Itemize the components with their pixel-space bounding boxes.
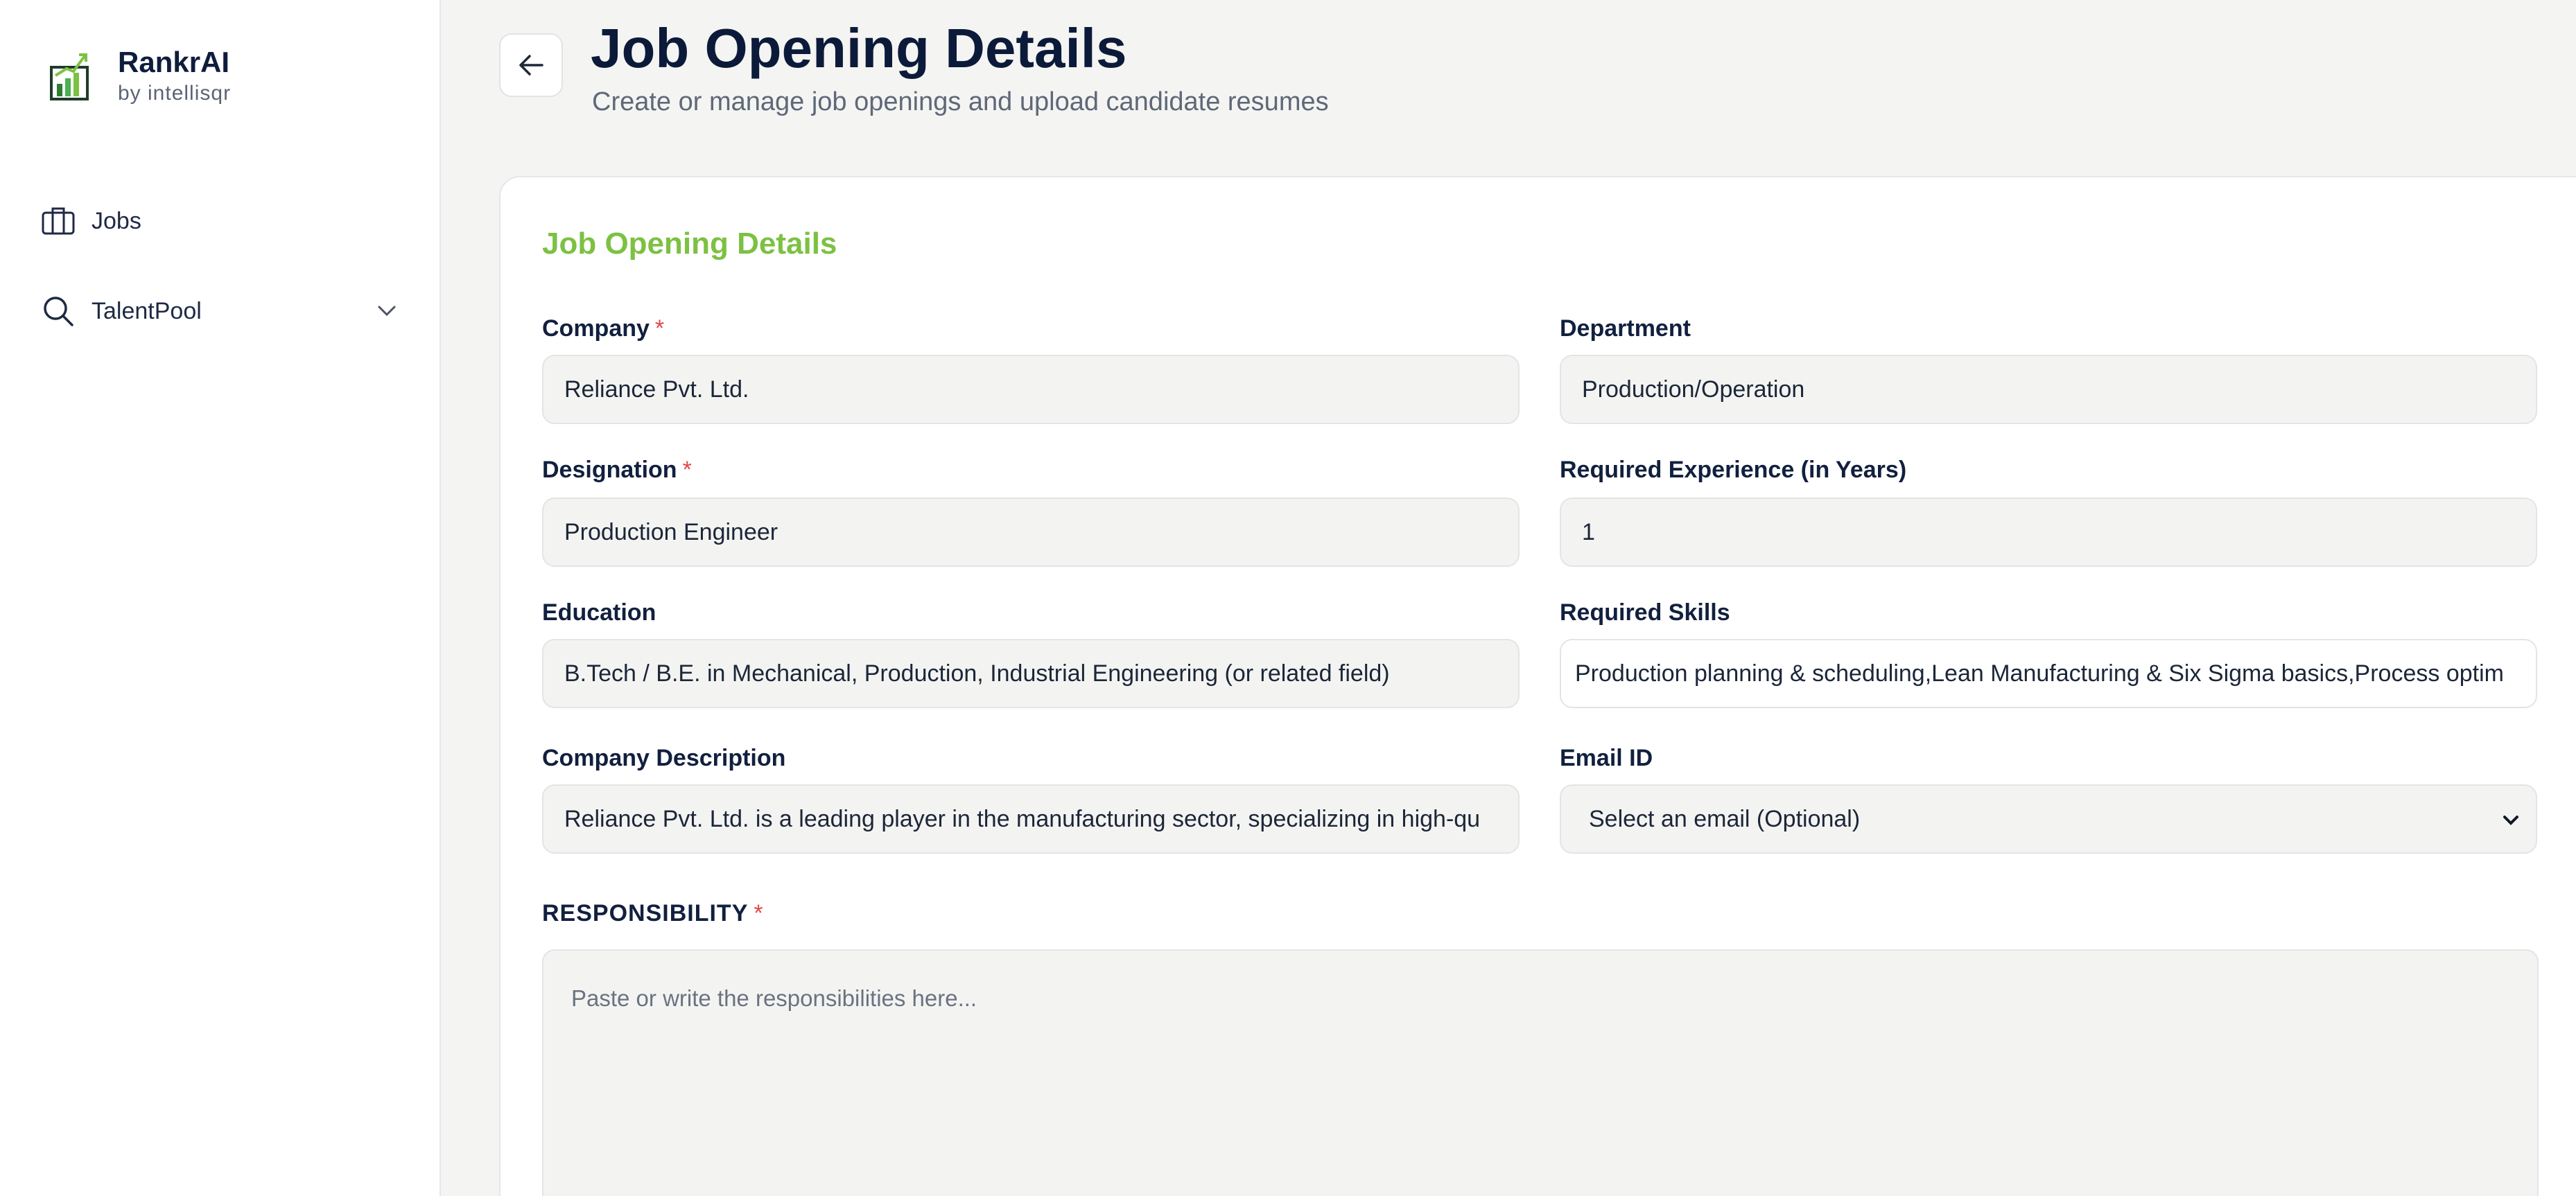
email-label: Email ID <box>1560 745 1653 771</box>
department-label: Department <box>1560 315 1691 342</box>
search-icon <box>40 293 76 329</box>
required-mark: * <box>654 315 665 342</box>
responsibility-label: RESPONSIBILITY * <box>542 898 764 929</box>
designation-label-text: Designation <box>542 457 677 483</box>
skills-label: Required Skills <box>1560 599 1730 626</box>
chevron-down-icon[interactable] <box>373 297 401 325</box>
brand-subtitle: by intellisqr <box>118 82 232 105</box>
arrow-left-icon <box>519 55 543 76</box>
sidebar-item-label: Jobs <box>92 207 141 234</box>
sidebar: RankrAI by intellisqr Jobs TalentPool <box>0 0 441 1196</box>
designation-value: Production Engineer <box>564 518 778 545</box>
section-title: Job Opening Details <box>542 227 837 261</box>
email-select[interactable]: Select an email (Optional) <box>1560 784 2537 854</box>
designation-input[interactable]: Production Engineer <box>542 498 1520 567</box>
responsibility-label-text: RESPONSIBILITY <box>542 900 749 926</box>
required-mark: * <box>754 900 764 926</box>
company-description-label: Company Description <box>542 745 786 771</box>
company-label: Company * <box>542 313 664 344</box>
briefcase-icon <box>40 203 76 239</box>
skills-value: Production planning & scheduling,Lean Ma… <box>1575 660 2504 687</box>
experience-value: 1 <box>1582 518 1595 545</box>
app-root: RankrAI by intellisqr Jobs TalentPool Jo… <box>0 0 2576 1196</box>
required-mark: * <box>682 457 692 483</box>
education-label: Education <box>542 599 656 626</box>
responsibility-placeholder: Paste or write the responsibilities here… <box>571 985 977 1011</box>
back-button[interactable] <box>499 33 563 97</box>
page-subtitle: Create or manage job openings and upload… <box>592 87 1329 116</box>
brand[interactable]: RankrAI by intellisqr <box>49 44 231 107</box>
sidebar-item-label: TalentPool <box>92 297 202 324</box>
education-input[interactable]: B.Tech / B.E. in Mechanical, Production,… <box>542 639 1520 708</box>
page-title: Job Opening Details <box>591 17 1127 79</box>
company-input[interactable]: Reliance Pvt. Ltd. <box>542 355 1520 424</box>
company-value: Reliance Pvt. Ltd. <box>564 376 749 403</box>
designation-label: Designation * <box>542 455 692 485</box>
company-description-value: Reliance Pvt. Ltd. is a leading player i… <box>564 805 1481 832</box>
department-value: Production/Operation <box>1582 376 1805 403</box>
sidebar-item-talentpool[interactable]: TalentPool <box>40 287 401 335</box>
company-label-text: Company <box>542 315 650 342</box>
brand-name: RankrAI <box>118 46 230 78</box>
department-input[interactable]: Production/Operation <box>1560 355 2537 424</box>
chevron-down-icon <box>2497 807 2525 834</box>
responsibility-textarea[interactable]: Paste or write the responsibilities here… <box>542 949 2539 1196</box>
skills-input[interactable]: Production planning & scheduling,Lean Ma… <box>1560 639 2537 708</box>
brand-text: RankrAI by intellisqr <box>118 44 231 107</box>
education-value: B.Tech / B.E. in Mechanical, Production,… <box>564 660 1390 687</box>
sidebar-item-jobs[interactable]: Jobs <box>40 197 401 245</box>
experience-label: Required Experience (in Years) <box>1560 457 1907 483</box>
rankrai-logo-icon <box>50 53 89 100</box>
experience-input[interactable]: 1 <box>1560 498 2537 567</box>
company-description-input[interactable]: Reliance Pvt. Ltd. is a leading player i… <box>542 784 1520 854</box>
email-select-value: Select an email (Optional) <box>1589 805 1861 832</box>
